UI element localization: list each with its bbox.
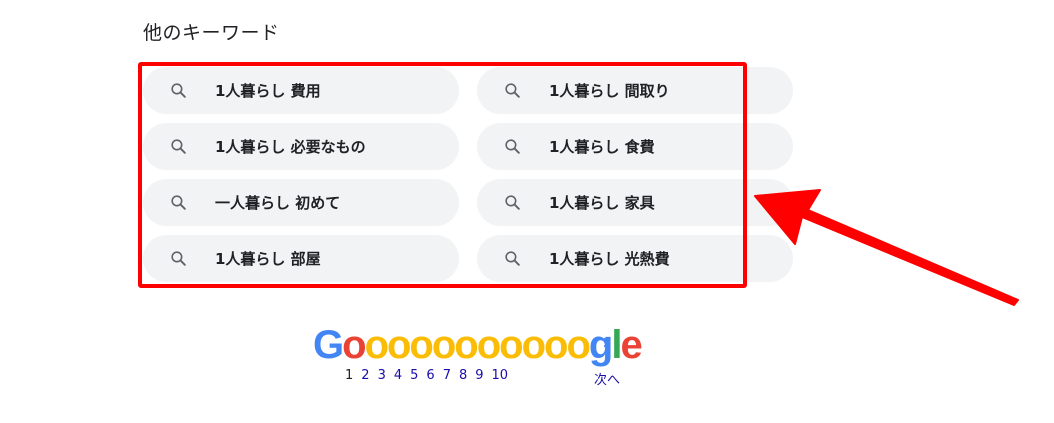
search-icon <box>505 83 520 98</box>
keyword-chip-label: 1人暮らし 必要なもの <box>215 138 366 156</box>
search-icon <box>171 195 186 210</box>
keyword-chip-label: 一人暮らし 初めて <box>215 194 341 212</box>
logo-letter: oooooooooo <box>364 323 591 367</box>
page-number-current: 1 <box>345 368 354 383</box>
keyword-chip-label: 1人暮らし 間取り <box>549 82 670 100</box>
logo-letter: e <box>620 323 642 367</box>
pagination-pages: 1 2 3 4 5 6 7 8 9 10 <box>345 368 516 383</box>
related-keywords-heading: 他のキーワード <box>143 22 280 44</box>
keyword-chip[interactable]: 1人暮らし 食費 <box>477 123 793 170</box>
keyword-chip-label: 1人暮らし 費用 <box>215 82 321 100</box>
logo-letter: G <box>313 323 344 367</box>
keyword-chip[interactable]: 1人暮らし 光熱費 <box>477 235 793 282</box>
search-icon <box>171 251 186 266</box>
page-link[interactable]: 8 <box>459 368 467 383</box>
page-link[interactable]: 9 <box>475 368 483 383</box>
keyword-chip-label: 1人暮らし 家具 <box>549 194 655 212</box>
search-icon <box>171 83 186 98</box>
page-link[interactable]: 6 <box>426 368 434 383</box>
page-link[interactable]: 10 <box>492 368 509 383</box>
next-page-link[interactable]: 次へ <box>594 369 620 388</box>
search-icon <box>505 139 520 154</box>
keyword-chip-label: 1人暮らし 食費 <box>549 138 655 156</box>
keyword-chip[interactable]: 1人暮らし 費用 <box>143 67 459 114</box>
keyword-chip[interactable]: 1人暮らし 部屋 <box>143 235 459 282</box>
keyword-chip[interactable]: 1人暮らし 間取り <box>477 67 793 114</box>
keyword-chip[interactable]: 1人暮らし 必要なもの <box>143 123 459 170</box>
keyword-chip-label: 1人暮らし 光熱費 <box>549 250 670 268</box>
keyword-chip[interactable]: 1人暮らし 家具 <box>477 179 793 226</box>
page-link[interactable]: 5 <box>410 368 418 383</box>
pagination-logo: Gooooooooooogle <box>313 323 643 367</box>
page-link[interactable]: 4 <box>394 368 402 383</box>
search-icon <box>171 139 186 154</box>
chevron-right-icon[interactable]: › <box>602 330 611 355</box>
page-link[interactable]: 3 <box>378 368 386 383</box>
page-link[interactable]: 7 <box>443 368 451 383</box>
keyword-chip-label: 1人暮らし 部屋 <box>215 250 321 268</box>
search-icon <box>505 251 520 266</box>
search-icon <box>505 195 520 210</box>
page-link[interactable]: 2 <box>361 368 369 383</box>
keyword-chip[interactable]: 一人暮らし 初めて <box>143 179 459 226</box>
logo-letter: o <box>342 323 366 367</box>
